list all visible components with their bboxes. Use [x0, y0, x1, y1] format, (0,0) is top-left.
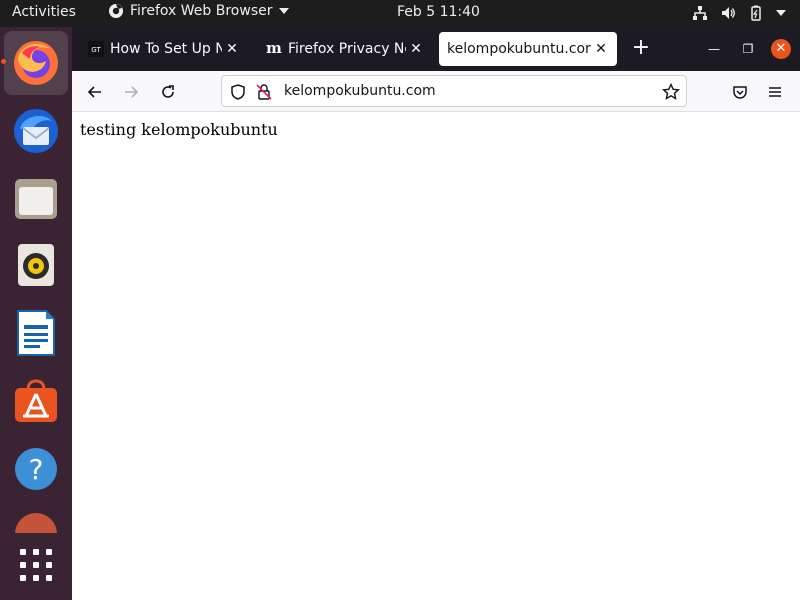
forward-button[interactable] — [118, 79, 144, 105]
firefox-icon — [109, 4, 123, 18]
m-favicon-icon: m — [266, 39, 282, 57]
volume-icon — [722, 7, 735, 19]
app-menu[interactable]: Firefox Web Browser — [108, 3, 289, 19]
chevron-down-icon — [776, 10, 786, 16]
close-icon[interactable]: ✕ — [222, 41, 242, 57]
svg-text:?: ? — [29, 453, 44, 486]
tab-title: kelompokubuntu.com/ — [447, 41, 591, 57]
address-bar[interactable]: kelompokubuntu.com — [221, 75, 687, 107]
dock: ? — [0, 27, 72, 600]
shield-icon[interactable] — [229, 83, 247, 101]
close-icon[interactable]: ✕ — [406, 41, 426, 57]
menu-button[interactable] — [762, 79, 788, 105]
clock[interactable]: Feb 5 11:40 — [397, 4, 480, 20]
running-indicator — [1, 59, 6, 64]
activities-button[interactable]: Activities — [12, 4, 76, 20]
firefox-icon — [14, 41, 58, 85]
tab-title: How To Set Up NGI — [110, 41, 222, 57]
gt-favicon-icon: GT — [88, 41, 104, 57]
tab-kelompokubuntu[interactable]: kelompokubuntu.com/ ✕ — [439, 32, 617, 66]
hamburger-icon — [769, 87, 781, 97]
minimize-button[interactable]: — — [704, 39, 724, 59]
tab-title: Firefox Privacy No — [288, 41, 406, 57]
back-button[interactable] — [82, 79, 108, 105]
speaker-icon — [18, 244, 54, 286]
tab-firefox-privacy[interactable]: m Firefox Privacy No ✕ — [256, 32, 432, 66]
pocket-icon — [733, 86, 747, 99]
system-tray[interactable] — [692, 5, 786, 21]
new-tab-button[interactable]: + — [629, 37, 653, 61]
navigation-bar: kelompokubuntu.com — [72, 71, 800, 112]
top-bar: Activities Firefox Web Browser Feb 5 11:… — [0, 0, 800, 27]
dock-rhythmbox[interactable] — [4, 233, 68, 297]
insecure-lock-icon[interactable] — [255, 83, 273, 101]
svg-text:GT: GT — [91, 46, 101, 54]
dock-partial-app[interactable] — [4, 505, 68, 533]
restore-button[interactable]: ❐ — [738, 39, 758, 59]
dock-help[interactable]: ? — [4, 437, 68, 501]
folder-icon — [15, 179, 57, 219]
close-window-button[interactable]: ✕ — [771, 39, 791, 59]
app-menu-label: Firefox Web Browser — [130, 3, 273, 19]
tab-bar: GT How To Set Up NGI ✕ m Firefox Privacy… — [72, 27, 800, 71]
help-icon: ? — [15, 448, 57, 490]
reload-icon — [162, 85, 174, 98]
star-icon[interactable] — [662, 83, 680, 101]
battery-icon — [751, 5, 761, 21]
tab-how-to-set-up[interactable]: GT How To Set Up NGI ✕ — [78, 32, 248, 66]
chevron-down-icon — [278, 8, 289, 14]
dock-libreoffice-writer[interactable] — [4, 301, 68, 365]
grid-icon — [20, 549, 52, 581]
close-icon[interactable]: ✕ — [591, 41, 611, 57]
arrow-left-icon — [87, 86, 101, 98]
arrow-right-icon — [125, 86, 139, 98]
dock-thunderbird[interactable] — [4, 99, 68, 163]
pocket-button[interactable] — [727, 79, 753, 105]
page-body-text: testing kelompokubuntu — [80, 120, 278, 139]
network-icon — [693, 6, 707, 20]
dock-firefox[interactable] — [1, 31, 68, 95]
reload-button[interactable] — [155, 79, 181, 105]
thunderbird-icon — [14, 109, 58, 153]
software-store-icon — [15, 379, 57, 422]
app-icon — [15, 513, 57, 533]
dock-files[interactable] — [4, 167, 68, 231]
dock-ubuntu-software[interactable] — [4, 369, 68, 433]
url-text[interactable]: kelompokubuntu.com — [284, 83, 436, 99]
show-applications-button[interactable] — [4, 533, 68, 597]
page-content: testing kelompokubuntu — [72, 112, 800, 600]
writer-document-icon — [17, 310, 55, 356]
